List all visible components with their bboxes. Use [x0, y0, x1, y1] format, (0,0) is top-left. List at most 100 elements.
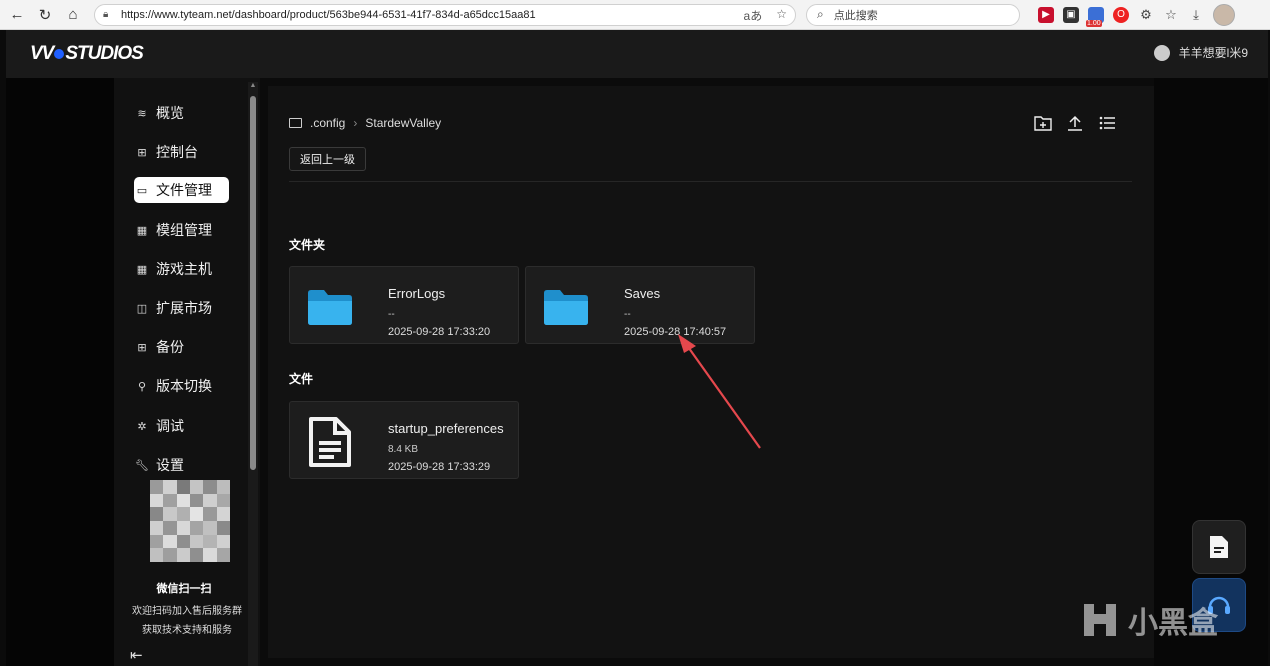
folder-outline-icon — [289, 118, 302, 128]
qr-title: 微信扫一扫 — [156, 583, 212, 595]
file-date: 2025-09-28 17:33:29 — [388, 461, 491, 473]
sidebar-item-label: 模组管理 — [156, 222, 212, 238]
folder-date: 2025-09-28 17:40:57 — [624, 326, 727, 338]
sidebar-item-label: 调试 — [156, 418, 184, 434]
qr-description-line2: 获取技术支持和服务 — [142, 625, 232, 636]
browser-toolbar: ← ↻ ⌂ 🔒︎ https://www.tyteam.net/dashboar… — [0, 0, 1270, 30]
lock-icon: 🔒︎ — [103, 8, 109, 20]
sidebar-item-game-host[interactable]: ▦ 游戏主机 — [134, 256, 258, 282]
sidebar-item-settings[interactable]: 🔧︎ 设置 — [134, 452, 258, 478]
wechat-qr-code — [150, 480, 230, 562]
collapse-sidebar-icon[interactable]: ⇤ — [130, 646, 143, 664]
folder-icon: ▭ — [136, 184, 148, 197]
address-bar[interactable]: 🔒︎ https://www.tyteam.net/dashboard/prod… — [94, 3, 796, 26]
folder-size: -- — [388, 309, 395, 320]
download-icon[interactable]: ⤓ — [1188, 7, 1204, 23]
folder-icon — [544, 290, 588, 325]
opera-icon[interactable]: O — [1113, 6, 1129, 23]
document-icon — [1210, 536, 1228, 558]
folder-card[interactable]: Saves -- 2025-09-28 17:40:57 — [525, 266, 755, 344]
extension-dark-icon[interactable]: ▣ — [1063, 6, 1079, 23]
layers-icon: ≋ — [137, 107, 147, 120]
sidebar-item-label: 游戏主机 — [156, 261, 212, 277]
extension-icons: ▶ ▣ 1.00 O ⚙ ☆ ⤓ — [1038, 3, 1235, 27]
breadcrumb-item[interactable]: StardewValley — [365, 116, 441, 130]
sidebar-item-file-manager[interactable]: ▭ 文件管理 — [134, 177, 229, 203]
back-arrow-icon[interactable]: ← — [6, 4, 28, 26]
divider — [289, 181, 1132, 182]
extension-badge: 1.00 — [1086, 19, 1102, 27]
bag-icon: ◫ — [136, 302, 148, 315]
favorites-icon[interactable]: ☆ — [1163, 7, 1179, 23]
server-icon: ▦ — [136, 263, 148, 276]
qr-description-line1: 欢迎扫码加入售后服务群 — [132, 606, 242, 617]
document-icon — [309, 417, 351, 467]
bug-icon: ✲ — [137, 420, 147, 433]
breadcrumb: .config › StardewValley — [289, 116, 441, 130]
switch-icon: ⚲ — [137, 380, 147, 393]
url-text: https://www.tyteam.net/dashboard/product… — [121, 8, 536, 21]
folder-size: -- — [624, 309, 631, 320]
folder-name: Saves — [624, 286, 661, 301]
read-aloud-icon[interactable]: aあ — [744, 7, 763, 24]
watermark-text: 小黑盒 — [1128, 607, 1218, 640]
favorite-star-icon[interactable]: ☆ — [776, 7, 787, 24]
upload-icon[interactable] — [1066, 114, 1084, 132]
sidebar-item-label: 概览 — [156, 105, 184, 121]
breadcrumb-item[interactable]: .config — [310, 116, 345, 130]
sidebar-scroll-thumb[interactable] — [250, 96, 256, 470]
file-toolbar — [1034, 114, 1116, 132]
file-size: 8.4 KB — [388, 444, 419, 455]
sidebar-item-label: 设置 — [156, 457, 184, 473]
sidebar-item-label: 扩展市场 — [156, 300, 212, 316]
file-card[interactable]: startup_preferences 8.4 KB 2025-09-28 17… — [289, 401, 519, 479]
folder-card[interactable]: ErrorLogs -- 2025-09-28 17:33:20 — [289, 266, 519, 344]
user-icon — [1153, 44, 1170, 61]
search-icon: ⌕ — [817, 7, 824, 21]
app-header: VV STUDIOS 羊羊想要l米9 — [6, 30, 1268, 78]
extensions-puzzle-icon[interactable]: ⚙ — [1138, 7, 1154, 23]
module-icon: ▦ — [136, 224, 148, 237]
sidebar: ≋ 概览 ⊞ 控制台 ▭ 文件管理 ▦ 模组管理 ▦ 游戏主机 ◫ 扩展市场 ⊞… — [114, 78, 260, 666]
grid-icon: ⊞ — [137, 146, 147, 159]
background-left — [6, 78, 114, 666]
refresh-icon[interactable]: ↻ — [34, 4, 56, 26]
sidebar-item-overview[interactable]: ≋ 概览 — [134, 100, 258, 126]
extension-red-icon[interactable]: ▶ — [1038, 6, 1054, 23]
sidebar-item-label: 控制台 — [156, 144, 198, 160]
list-view-icon[interactable] — [1098, 114, 1116, 132]
files-section-title: 文件 — [289, 372, 314, 386]
sidebar-item-label: 文件管理 — [156, 182, 212, 198]
browser-search-input[interactable]: ⌕ 点此搜索 — [806, 3, 1020, 26]
extension-badge-icon[interactable]: 1.00 — [1086, 6, 1104, 27]
folder-date: 2025-09-28 17:33:20 — [388, 326, 491, 338]
sidebar-item-version[interactable]: ⚲ 版本切换 — [134, 373, 258, 399]
search-placeholder: 点此搜索 — [833, 9, 878, 22]
file-name: startup_preferences — [388, 421, 504, 436]
sidebar-item-debug[interactable]: ✲ 调试 — [134, 413, 258, 439]
folder-name: ErrorLogs — [388, 286, 446, 301]
file-manager-panel: .config › StardewValley 返回上一级 文件夹 ErrorL… — [268, 86, 1154, 658]
username: 羊羊想要l米9 — [1178, 46, 1248, 60]
document-fab-button[interactable] — [1192, 520, 1246, 574]
folders-section-title: 文件夹 — [289, 238, 326, 252]
chevron-right-icon: › — [353, 116, 358, 130]
sidebar-item-market[interactable]: ◫ 扩展市场 — [134, 295, 258, 321]
sidebar-item-mods[interactable]: ▦ 模组管理 — [134, 217, 258, 243]
profile-avatar[interactable] — [1213, 3, 1235, 26]
new-folder-icon[interactable] — [1034, 114, 1052, 132]
wrench-icon: 🔧︎ — [135, 459, 149, 472]
heybox-logo-icon — [1084, 604, 1116, 636]
brand-logo[interactable]: VV STUDIOS — [30, 43, 144, 65]
user-menu[interactable]: 羊羊想要l米9 — [1153, 44, 1248, 61]
folder-icon — [308, 290, 352, 325]
sidebar-item-label: 版本切换 — [156, 378, 212, 394]
watermark: 小黑盒 — [1080, 598, 1218, 642]
scroll-up-icon[interactable]: ▲ — [249, 82, 257, 90]
go-up-button[interactable]: 返回上一级 — [289, 147, 366, 171]
sidebar-item-backup[interactable]: ⊞ 备份 — [134, 334, 258, 360]
sidebar-item-label: 备份 — [156, 339, 184, 355]
home-icon[interactable]: ⌂ — [62, 4, 84, 26]
backup-icon: ⊞ — [137, 341, 147, 354]
sidebar-item-console[interactable]: ⊞ 控制台 — [134, 139, 258, 165]
